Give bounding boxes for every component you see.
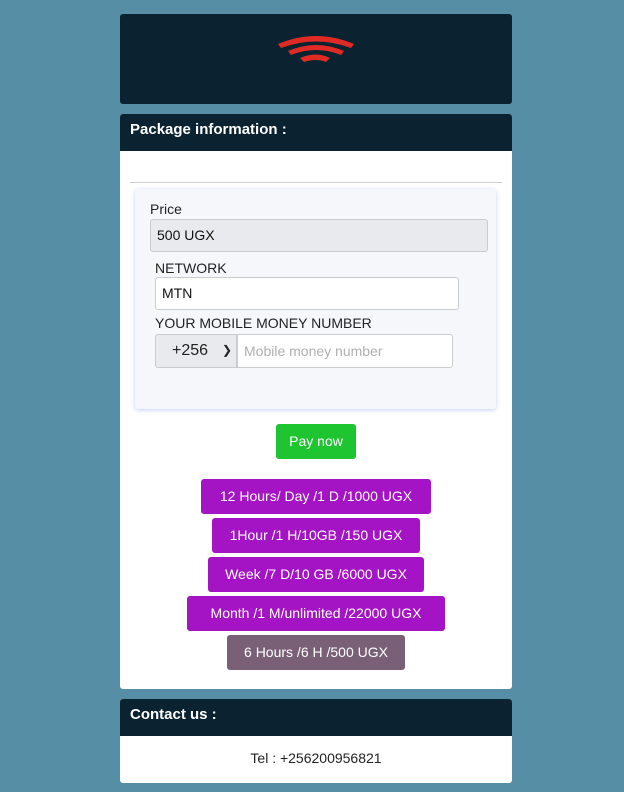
divider xyxy=(130,182,502,183)
package-button-1-hour[interactable]: 1Hour /1 H/10GB /150 UGX xyxy=(212,518,420,553)
pay-now-button[interactable]: Pay now xyxy=(276,424,356,459)
contact-card: Contact us : Tel : +256200956821 xyxy=(120,699,512,783)
mobile-money-label: YOUR MOBILE MONEY NUMBER xyxy=(155,315,372,331)
country-code-select[interactable]: +256 ❯ xyxy=(155,334,237,368)
network-label: NETWORK xyxy=(155,260,227,276)
wifi-signal-icon xyxy=(278,36,354,62)
package-button-12-hours[interactable]: 12 Hours/ Day /1 D /1000 UGX xyxy=(201,479,431,514)
mobile-money-input[interactable]: Mobile money number xyxy=(237,334,453,368)
package-card: Package information : Price 500 UGX NETW… xyxy=(120,114,512,689)
price-label: Price xyxy=(150,201,182,217)
chevron-down-icon: ❯ xyxy=(221,343,232,357)
country-code-value: +256 xyxy=(172,342,209,359)
package-button-6-hours[interactable]: 6 Hours /6 H /500 UGX xyxy=(227,635,405,670)
contact-phone: Tel : +256200956821 xyxy=(250,750,382,766)
package-button-month[interactable]: Month /1 M/unlimited /22000 UGX xyxy=(187,596,445,631)
payment-form: Price 500 UGX NETWORK MTN YOUR MOBILE MO… xyxy=(135,189,496,409)
network-field[interactable]: MTN xyxy=(155,277,459,310)
package-title: Package information : xyxy=(120,114,512,151)
package-button-week[interactable]: Week /7 D/10 GB /6000 UGX xyxy=(208,557,424,592)
price-field: 500 UGX xyxy=(150,219,488,252)
header-banner xyxy=(120,14,512,104)
contact-title: Contact us : xyxy=(120,699,512,736)
